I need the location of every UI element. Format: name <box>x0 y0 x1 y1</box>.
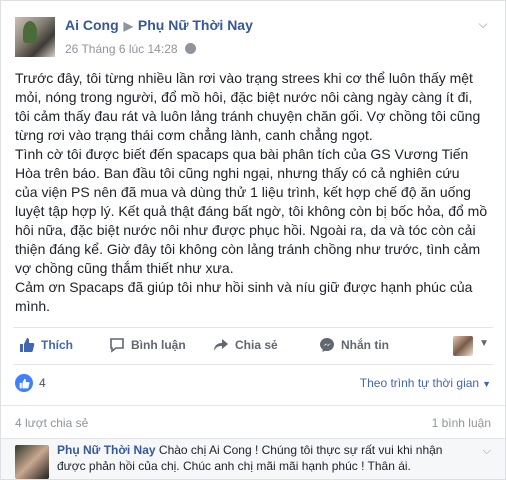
post-meta: 26 Tháng 6 lúc 14:28 <box>65 42 196 56</box>
comment-count[interactable]: 1 bình luận <box>432 416 491 430</box>
post-text-line: mỏi, nóng trong người, đổ mồ hôi, đặc bi… <box>15 89 473 105</box>
chevron-down-icon[interactable]: ⌵ <box>483 445 491 458</box>
post-text-line: mình. <box>15 298 51 314</box>
like-label: Thích <box>41 338 73 352</box>
post-text-line: Hòa trên báo. Ban đầu tôi cũng nghi ngại… <box>15 165 460 181</box>
post-text-line: từng rơi vào trạng thái cơm chẳng lành, … <box>15 127 373 143</box>
comment-button[interactable]: Bình luận <box>109 337 186 353</box>
stats-row: 4 lượt chia sẻ 1 bình luận <box>1 405 505 439</box>
author-name[interactable]: Ai Cong <box>65 17 119 33</box>
post-text-line: của viện PS nên đã mua và dùng thử 1 liệ… <box>15 184 471 200</box>
chevron-down-icon[interactable]: ⌵ <box>475 17 491 33</box>
post-text-line: vợ chồng cũng thắm thiết như xưa. <box>15 260 234 276</box>
comment-author[interactable]: Phụ Nữ Thời Nay <box>57 443 156 457</box>
author-line: Ai Cong ▶ Phụ Nữ Thời Nay <box>65 17 253 33</box>
post-text-line: Trước đây, tôi từng nhiều lần rơi vào tr… <box>15 70 473 86</box>
messenger-icon <box>320 338 334 352</box>
caret-down-icon: ▼ <box>482 379 491 389</box>
post-card: Ai Cong ▶ Phụ Nữ Thời Nay 26 Tháng 6 lúc 1… <box>0 0 506 480</box>
like-button[interactable]: Thích <box>19 337 73 353</box>
message-label: Nhắn tin <box>341 338 389 352</box>
like-reaction-icon[interactable] <box>15 374 33 392</box>
comment-section: Phụ Nữ Thời Nay Chào chị Ai Cong ! Chúng… <box>1 439 505 479</box>
triangle-right-icon: ▶ <box>123 19 133 33</box>
post-as-avatar[interactable] <box>453 336 473 356</box>
post-timestamp[interactable]: 26 Tháng 6 lúc 14:28 <box>65 42 178 56</box>
commenter-avatar[interactable] <box>15 445 49 479</box>
target-page-name[interactable]: Phụ Nữ Thời Nay <box>138 17 253 33</box>
message-button[interactable]: Nhắn tin <box>319 337 389 353</box>
comment: Phụ Nữ Thời Nay Chào chị Ai Cong ! Chúng… <box>57 442 447 474</box>
thumbs-up-icon <box>20 338 35 352</box>
share-count[interactable]: 4 lượt chia sẻ <box>15 416 88 430</box>
post-text-line: Tình cờ tôi được biết đến spacaps qua bà… <box>15 146 469 162</box>
post-body: Trước đây, tôi từng nhiều lần rơi vào tr… <box>15 69 493 316</box>
comment-icon <box>110 338 124 353</box>
action-bar: Thích Bình luận Chia sẻ Nhắn tin ▼ <box>13 327 493 365</box>
share-icon <box>214 339 228 351</box>
author-avatar[interactable] <box>15 17 55 57</box>
comment-sort-dropdown[interactable]: Theo trình tự thời gian ▼ <box>360 376 491 390</box>
post-text-line: Cảm ơn Spacaps đã giúp tôi như hồi sinh … <box>15 279 473 295</box>
sort-label: Theo trình tự thời gian <box>359 376 480 390</box>
comment-label: Bình luận <box>131 338 186 352</box>
share-label: Chia sẻ <box>235 338 278 352</box>
like-count[interactable]: 4 <box>39 376 46 390</box>
post-text-line: thiện đáng kể. Giờ đây tôi không còn lản… <box>15 241 481 257</box>
post-header: Ai Cong ▶ Phụ Nữ Thời Nay 26 Tháng 6 lúc 1… <box>15 11 491 57</box>
post-text-line: luyệt tập hợp lý. Kết quả thật đáng bất … <box>15 203 488 219</box>
reaction-row: 4 Theo trình tự thời gian ▼ <box>15 371 491 395</box>
post-text-line: tôi cảm thấy đau rát và luôn lảng tránh … <box>15 108 481 124</box>
globe-icon <box>184 43 196 54</box>
caret-down-icon[interactable]: ▼ <box>479 338 489 349</box>
share-button[interactable]: Chia sẻ <box>213 337 278 353</box>
post-text-line: hôi nữa, đặc biệt nước nôi như được phục… <box>15 222 476 238</box>
